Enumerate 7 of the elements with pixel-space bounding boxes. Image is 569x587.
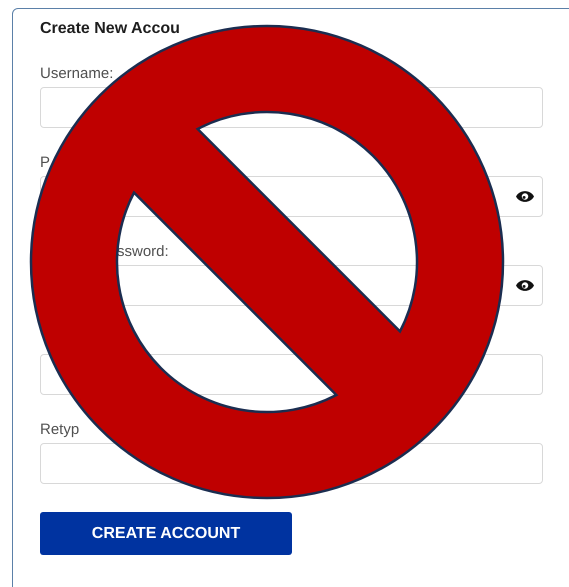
create-account-button[interactable]: CREATE ACCOUNT: [40, 512, 292, 555]
field-label: Retyp: [40, 420, 80, 440]
field-label: Username:: [40, 64, 114, 84]
eye-icon[interactable]: [516, 190, 534, 203]
field-label: P: [40, 153, 50, 173]
form-title: Create New Accou: [40, 19, 180, 39]
eye-icon[interactable]: [516, 279, 534, 292]
